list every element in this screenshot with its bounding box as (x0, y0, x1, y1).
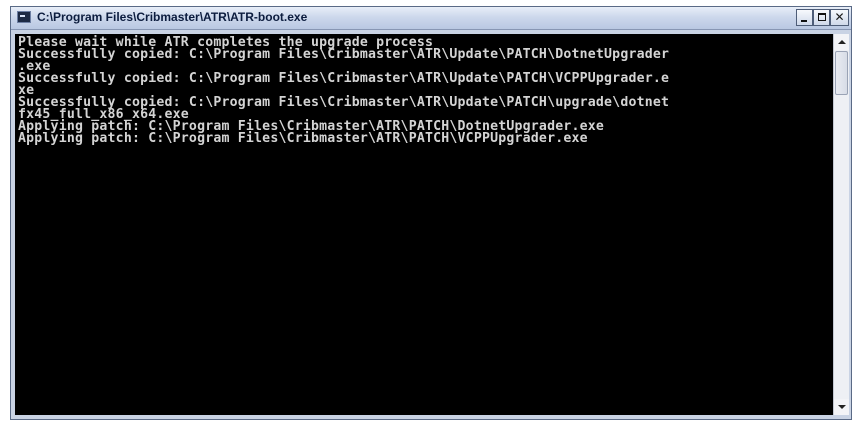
console-lines: Please wait while ATR completes the upgr… (15, 34, 833, 145)
window-title: C:\Program Files\Cribmaster\ATR\ATR-boot… (37, 10, 308, 24)
vertical-scrollbar[interactable] (833, 34, 849, 415)
close-icon: ✕ (834, 10, 845, 24)
console-line: Successfully copied: C:\Program Files\Cr… (18, 71, 670, 86)
title-bar[interactable]: C:\Program Files\Cribmaster\ATR\ATR-boot… (11, 7, 851, 30)
scroll-down-arrow-icon (838, 405, 846, 409)
close-button[interactable]: ✕ (830, 9, 849, 26)
maximize-button[interactable] (813, 9, 830, 26)
scroll-up-button[interactable] (834, 34, 849, 50)
console-line: Successfully copied: C:\Program Files\Cr… (18, 47, 670, 62)
window-controls: ✕ (796, 9, 849, 26)
console-icon[interactable] (17, 11, 31, 23)
scroll-thumb[interactable] (835, 51, 848, 95)
scroll-down-button[interactable] (834, 399, 849, 415)
minimize-icon (801, 20, 807, 22)
console-window: C:\Program Files\Cribmaster\ATR\ATR-boot… (10, 6, 852, 420)
console-output[interactable]: Please wait while ATR completes the upgr… (15, 34, 833, 415)
minimize-button[interactable] (796, 9, 813, 26)
scroll-up-arrow-icon (838, 40, 846, 44)
maximize-icon (818, 13, 826, 21)
console-line: Applying patch: C:\Program Files\Cribmas… (18, 131, 588, 146)
